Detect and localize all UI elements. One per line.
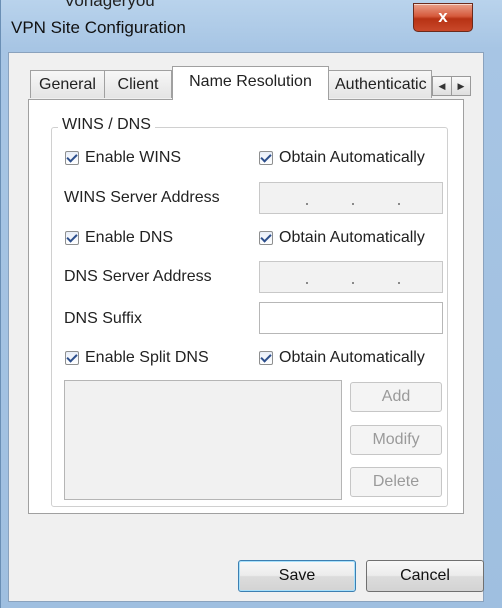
wins-server-address-field (259, 182, 443, 214)
close-icon: x (438, 7, 448, 26)
dns-server-address-label: DNS Server Address (64, 268, 212, 285)
tab-general[interactable]: General (30, 70, 105, 98)
enable-wins-checkbox[interactable]: Enable WINS (65, 148, 181, 168)
dns-obtain-automatically-checkbox[interactable]: Obtain Automatically (259, 228, 425, 248)
tab-authentication[interactable]: Authenticatic (328, 70, 432, 98)
split-dns-list[interactable] (64, 380, 342, 500)
dns-server-address-field (259, 261, 443, 293)
wins-server-address-label: WINS Server Address (64, 189, 220, 206)
enable-dns-checkbox[interactable]: Enable DNS (65, 228, 173, 248)
save-button[interactable]: Save (238, 560, 356, 592)
dns-obtain-automatically-label: Obtain Automatically (279, 229, 425, 246)
window-title: VPN Site Configuration (11, 18, 186, 37)
group-title: WINS / DNS (58, 116, 155, 134)
split-dns-obtain-automatically-checkbox[interactable]: Obtain Automatically (259, 348, 425, 368)
checkbox-checked-icon (65, 151, 79, 165)
dns-suffix-label: DNS Suffix (64, 310, 142, 327)
checkbox-checked-icon (259, 151, 273, 165)
tab-name-resolution[interactable]: Name Resolution (172, 66, 329, 100)
enable-split-dns-checkbox[interactable]: Enable Split DNS (65, 348, 209, 368)
cropped-background-text: Vonageryou (64, 0, 155, 10)
checkbox-checked-icon (259, 231, 273, 245)
modify-button[interactable]: Modify (350, 425, 442, 455)
wins-obtain-automatically-label: Obtain Automatically (279, 149, 425, 166)
enable-split-dns-label: Enable Split DNS (85, 349, 209, 366)
scroll-left-icon[interactable]: ◀ (432, 76, 452, 96)
split-dns-obtain-automatically-label: Obtain Automatically (279, 349, 425, 366)
checkbox-checked-icon (259, 351, 273, 365)
delete-button[interactable]: Delete (350, 467, 442, 497)
wins-obtain-automatically-checkbox[interactable]: Obtain Automatically (259, 148, 425, 168)
add-button[interactable]: Add (350, 382, 442, 412)
enable-dns-label: Enable DNS (85, 229, 174, 246)
close-button[interactable]: x (413, 3, 473, 32)
cancel-button[interactable]: Cancel (366, 560, 484, 592)
scroll-right-icon[interactable]: ▶ (451, 76, 471, 96)
checkbox-checked-icon (65, 351, 79, 365)
tab-client[interactable]: Client (104, 70, 172, 98)
dns-suffix-input[interactable] (259, 302, 443, 334)
checkbox-checked-icon (65, 231, 79, 245)
enable-wins-label: Enable WINS (85, 149, 182, 166)
